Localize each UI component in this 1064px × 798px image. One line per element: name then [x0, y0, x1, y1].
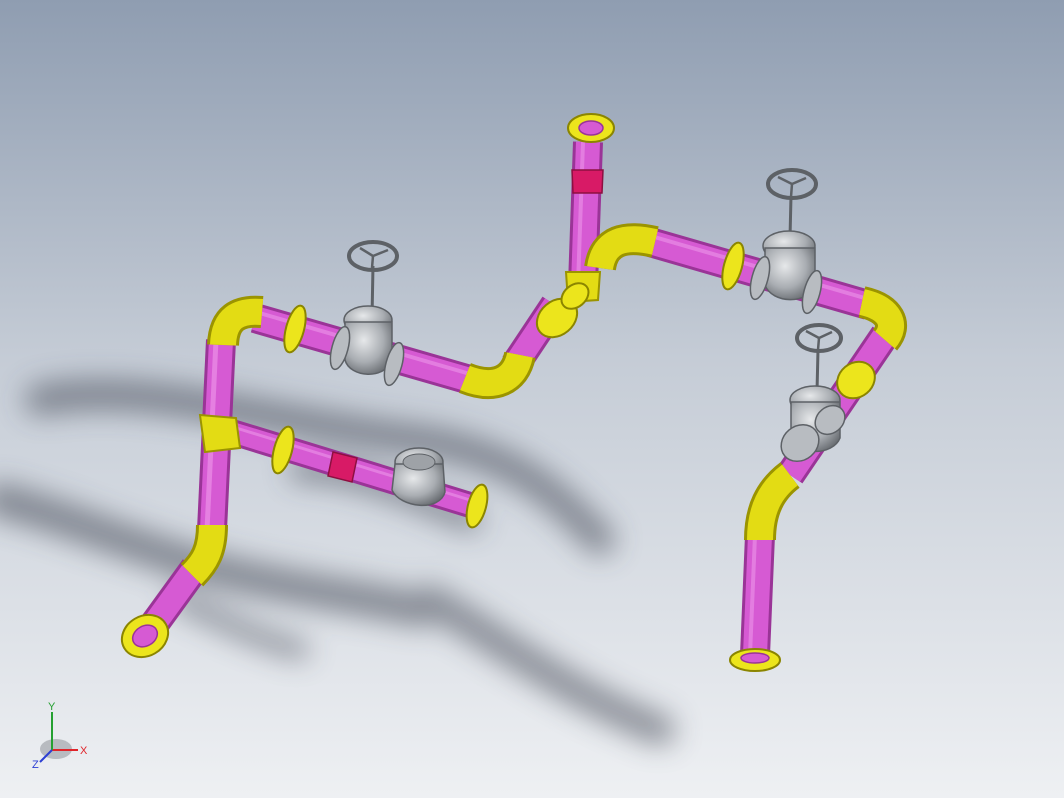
piping-model-scene[interactable]: X Y Z: [0, 0, 1064, 798]
graphics-viewport[interactable]: X Y Z: [0, 0, 1064, 798]
triad-z-label: Z: [32, 759, 39, 771]
triad-x-label: X: [80, 745, 88, 757]
triad-y-label: Y: [48, 701, 56, 713]
check-valve-branch[interactable]: [391, 447, 446, 507]
reducer-top[interactable]: [571, 169, 604, 194]
tee-left[interactable]: [198, 413, 242, 454]
reducer-branch[interactable]: [327, 451, 358, 483]
flange-top[interactable]: [567, 113, 615, 143]
flange-bottom-right[interactable]: [729, 648, 781, 672]
